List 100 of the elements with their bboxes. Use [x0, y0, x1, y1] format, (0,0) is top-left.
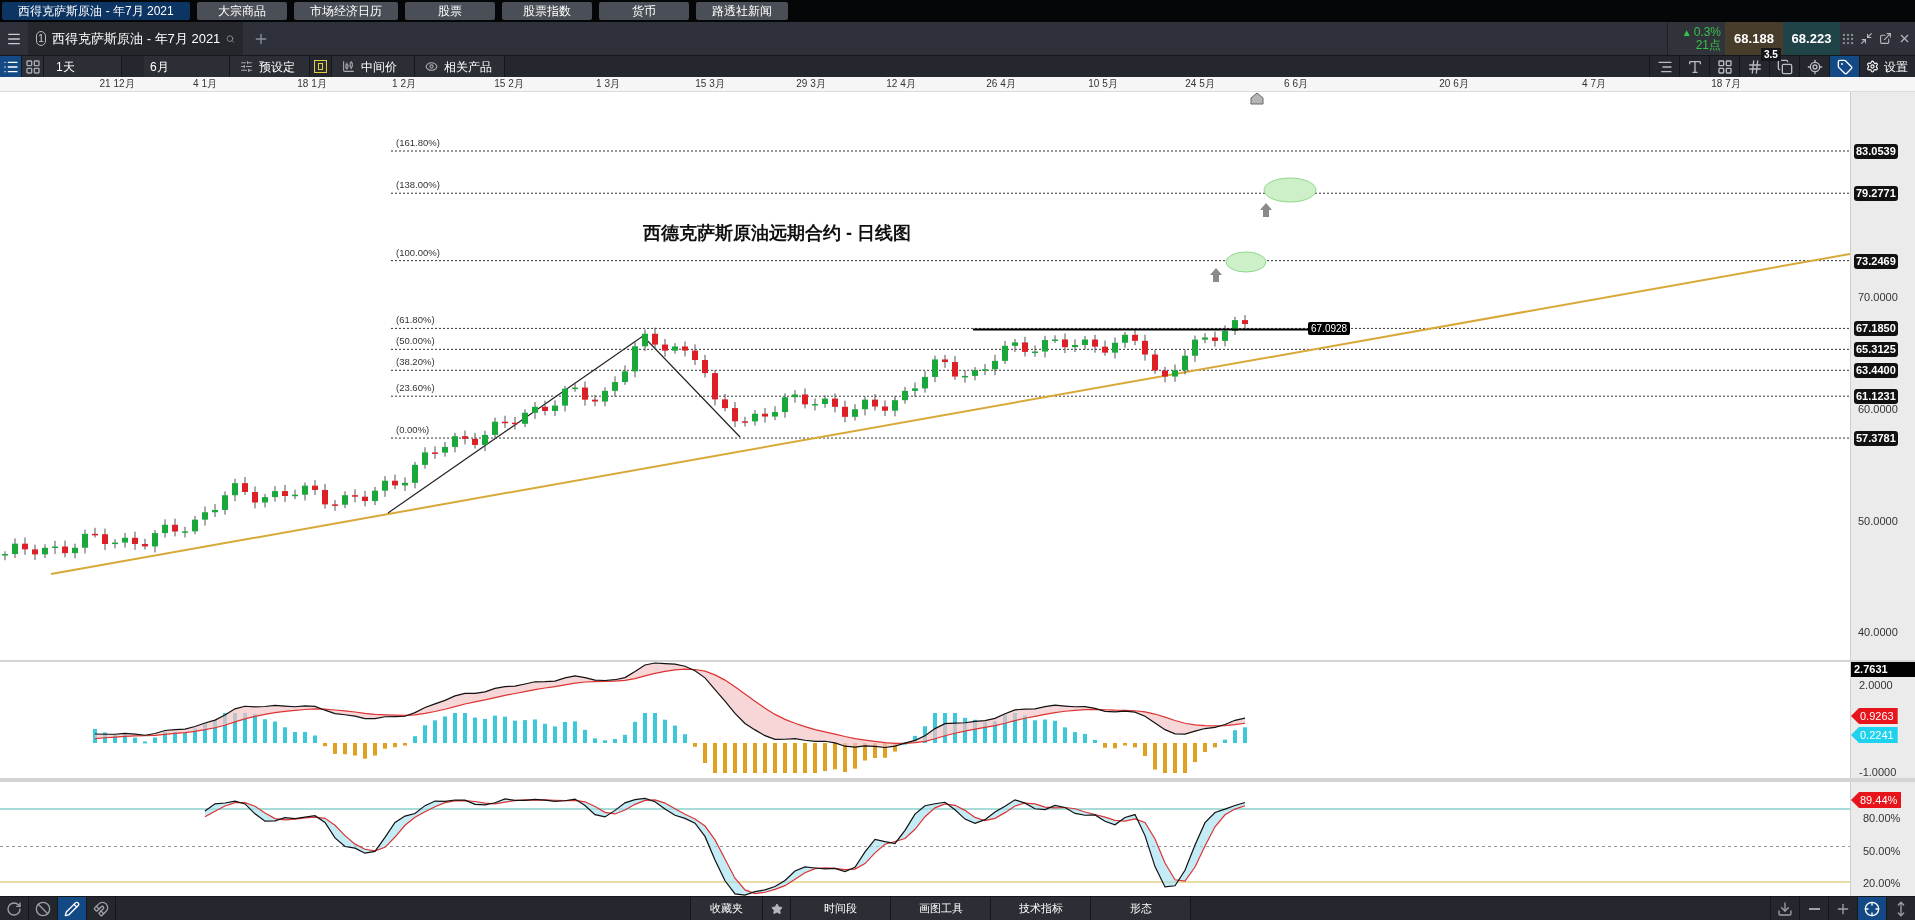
range-dropdown[interactable]: 6月 — [144, 56, 230, 77]
date-label: 4 1月 — [193, 78, 217, 90]
hash-icon — [1746, 58, 1763, 75]
line-value-tag: 67.0928 — [1308, 322, 1351, 336]
view-mode-button[interactable] — [0, 56, 22, 77]
date-label: 15 2月 — [494, 78, 524, 90]
interval-dropdown[interactable]: 1天 — [44, 56, 122, 77]
value-tag: 0.9263 — [1851, 708, 1898, 724]
price-tick-label: 50.0000 — [1858, 513, 1898, 528]
price-level-tag: 73.2469 — [1854, 253, 1898, 269]
preset-button[interactable]: 预设定 — [230, 56, 310, 77]
magnet-icon — [93, 900, 109, 917]
fib-level-label: (23.60%) — [396, 382, 435, 394]
price-level-tag: 65.3125 — [1854, 342, 1898, 358]
date-label: 1 2月 — [392, 78, 416, 90]
fib-level-label: (138.00%) — [396, 179, 440, 191]
panel-tab[interactable]: 画图工具 — [891, 897, 991, 920]
macd-current-tag: 2.7631 — [1851, 662, 1915, 677]
change-points: 21点 — [1695, 38, 1721, 52]
price-tick-label: 40.0000 — [1858, 625, 1898, 640]
price-level-tag: 63.4400 — [1854, 363, 1898, 379]
copy-icon — [1776, 58, 1793, 75]
top-tab[interactable]: 大宗商品 — [197, 2, 287, 20]
up-arrow-icon — [1210, 268, 1222, 282]
price-level-tag: 61.1231 — [1854, 389, 1898, 405]
tag-icon — [1836, 58, 1853, 75]
date-label: 6 6月 — [1284, 78, 1308, 90]
minimize-icon[interactable] — [1860, 32, 1873, 45]
grid-icon — [1716, 58, 1733, 75]
date-label: 1 3月 — [596, 78, 620, 90]
price-level-tag: 79.2771 — [1854, 186, 1898, 202]
stochastic-tick-label: 50.00% — [1863, 844, 1901, 858]
change-arrow: ▲ — [1681, 25, 1692, 39]
fib-level-label: (0.00%) — [396, 424, 430, 436]
fib-level-label: (38.20%) — [396, 356, 435, 368]
top-tab[interactable]: 货币 — [599, 2, 689, 20]
price-tick-label: 70.0000 — [1858, 289, 1898, 304]
panel-tab[interactable]: 技术指标 — [991, 897, 1091, 920]
view-mode-button[interactable] — [22, 56, 44, 77]
value-tag: 89.44% — [1851, 792, 1902, 808]
fib-level-label: (161.80%) — [396, 137, 440, 148]
fib-level-label: (61.80%) — [396, 314, 435, 326]
close-icon[interactable] — [1898, 32, 1911, 45]
text-size-icon — [1686, 58, 1703, 75]
rotate-icon — [6, 900, 22, 917]
related-products-button[interactable]: 相关产品 — [415, 56, 505, 77]
date-label: 24 5月 — [1185, 78, 1215, 90]
top-tab[interactable]: 路透社新闻 — [696, 2, 788, 20]
price-type-button[interactable]: 中间价 — [331, 56, 415, 77]
instrument-title: 西得克萨斯原油 - 年7月 2021 — [52, 29, 221, 48]
top-tab[interactable]: 股票 — [405, 2, 495, 20]
candlestick-icon — [342, 60, 355, 73]
instrument-tab[interactable]: 1 西得克萨斯原油 - 年7月 2021 — [28, 22, 243, 55]
pencil-icon — [64, 900, 80, 917]
date-label: 12 4月 — [886, 78, 916, 90]
download-icon — [1777, 900, 1793, 917]
sliders-icon — [240, 60, 253, 73]
buy-price[interactable]: 68.223 — [1783, 22, 1840, 55]
price-level-tag: 83.0539 — [1854, 144, 1898, 159]
minus-icon — [1808, 907, 1820, 910]
target-ellipse — [1225, 251, 1267, 273]
grid-icon — [24, 58, 41, 75]
spread-badge: 3.5 — [1761, 48, 1781, 61]
stochastic-tick-label: 20.00% — [1863, 876, 1901, 890]
panel-tab[interactable]: 收藏夹 — [691, 897, 763, 920]
popout-icon[interactable] — [1879, 32, 1892, 45]
chart-tool-button[interactable] — [1829, 56, 1859, 77]
date-label: 18 1月 — [297, 78, 327, 90]
eye-icon — [425, 60, 438, 73]
chart-control-button[interactable] — [1857, 897, 1886, 920]
grip-icon[interactable] — [1841, 31, 1855, 46]
chart-title: 西德克萨斯原油远期合约 - 日线图 — [643, 223, 911, 243]
top-tab[interactable]: 股票指数 — [502, 2, 592, 20]
date-label: 29 3月 — [796, 78, 826, 90]
date-label: 20 6月 — [1439, 78, 1469, 90]
crosshair-icon — [1806, 58, 1823, 75]
drawing-tool-button[interactable] — [58, 897, 87, 920]
value-tag: 0.2241 — [1851, 727, 1898, 743]
date-label: 15 3月 — [695, 78, 725, 90]
price-level-tag: 57.3781 — [1854, 431, 1898, 447]
crosshair-icon — [1864, 900, 1880, 917]
top-tab[interactable]: 市场经济日历 — [294, 2, 398, 20]
panel-tab[interactable]: 时间段 — [791, 897, 891, 920]
date-label: 4 7月 — [1582, 78, 1606, 90]
up-arrow-icon — [1260, 203, 1272, 217]
stochastic-tick-label: 80.00% — [1863, 811, 1901, 825]
change-percent: ▲ 0.3% — [1681, 25, 1721, 39]
macd-tick-label: -1.0000 — [1859, 765, 1897, 779]
target-ellipse — [1263, 177, 1317, 203]
date-label: 10 5月 — [1088, 78, 1118, 90]
panel-tab[interactable]: 形态 — [1091, 897, 1191, 920]
prohibited-icon — [35, 900, 51, 917]
fib-level-label: (100.00%) — [396, 246, 440, 258]
macd-tick-label: 2.0000 — [1859, 678, 1893, 692]
top-tab[interactable]: 西得克萨斯原油 - 年7月 2021 — [2, 2, 190, 20]
date-label: 26 4月 — [986, 78, 1016, 90]
fib-level-label: (50.00%) — [396, 335, 435, 347]
star-icon[interactable] — [770, 902, 783, 915]
date-label: 21 12月 — [99, 78, 135, 90]
settings-icon — [1866, 60, 1879, 73]
